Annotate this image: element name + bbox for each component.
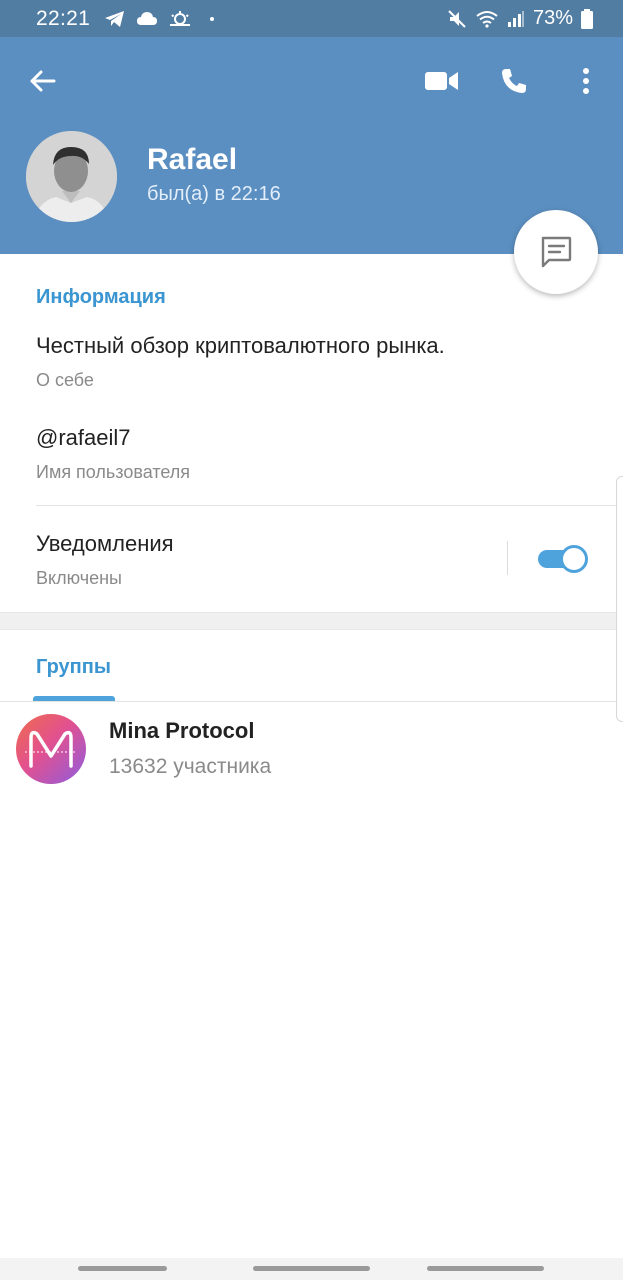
last-seen-status: был(а) в 22:16 — [147, 183, 281, 205]
notifications-label[interactable]: Уведомления — [36, 531, 174, 557]
send-message-button[interactable] — [514, 210, 598, 294]
phone-icon — [502, 69, 526, 93]
weather-icon — [170, 10, 191, 26]
divider — [36, 505, 623, 506]
info-section-title: Информация — [36, 286, 166, 308]
toggle-separator — [507, 541, 508, 575]
bio-label: О себе — [36, 370, 94, 390]
navigation-bar — [0, 1258, 623, 1280]
more-vertical-icon — [583, 68, 589, 94]
signal-icon — [507, 10, 524, 27]
user-photo — [26, 131, 117, 222]
username-text[interactable]: @rafaeil7 — [36, 425, 131, 451]
back-arrow-icon — [30, 70, 56, 92]
nav-home-button[interactable] — [253, 1266, 370, 1271]
back-button[interactable] — [22, 61, 62, 101]
video-camera-icon — [425, 72, 458, 90]
list-item[interactable]: Mina Protocol 13632 участника — [0, 706, 623, 790]
status-time: 22:21 — [36, 6, 91, 30]
bio-text[interactable]: Честный обзор криптовалютного рынка. — [36, 333, 445, 359]
profile-name: Rafael — [147, 143, 238, 176]
toggle-knob — [560, 545, 588, 573]
cloud-icon — [137, 11, 158, 25]
group-avatar — [16, 714, 86, 784]
notifications-state: Включены — [36, 568, 122, 588]
wifi-icon — [476, 10, 498, 28]
message-icon — [541, 236, 572, 268]
group-members-count: 13632 участника — [109, 755, 272, 778]
battery-icon — [581, 8, 593, 29]
notifications-toggle[interactable] — [538, 545, 590, 573]
mina-logo-icon — [25, 730, 77, 768]
notification-dot — [210, 16, 215, 21]
battery-percent: 73% — [532, 7, 573, 29]
video-call-button[interactable] — [422, 61, 462, 101]
telegram-icon — [105, 10, 125, 27]
mute-icon — [448, 9, 466, 28]
nav-recent-button[interactable] — [78, 1266, 167, 1271]
username-label: Имя пользователя — [36, 462, 191, 482]
section-separator — [0, 612, 623, 630]
tabs-divider — [0, 701, 623, 702]
nav-back-button[interactable] — [427, 1266, 544, 1271]
group-name: Mina Protocol — [109, 718, 255, 743]
voice-call-button[interactable] — [494, 61, 534, 101]
avatar[interactable] — [26, 131, 117, 222]
side-panel-handle[interactable] — [616, 476, 623, 722]
tab-groups[interactable]: Группы — [36, 656, 111, 679]
more-options-button[interactable] — [566, 61, 606, 101]
status-bar: 22:21 73% — [0, 0, 623, 37]
